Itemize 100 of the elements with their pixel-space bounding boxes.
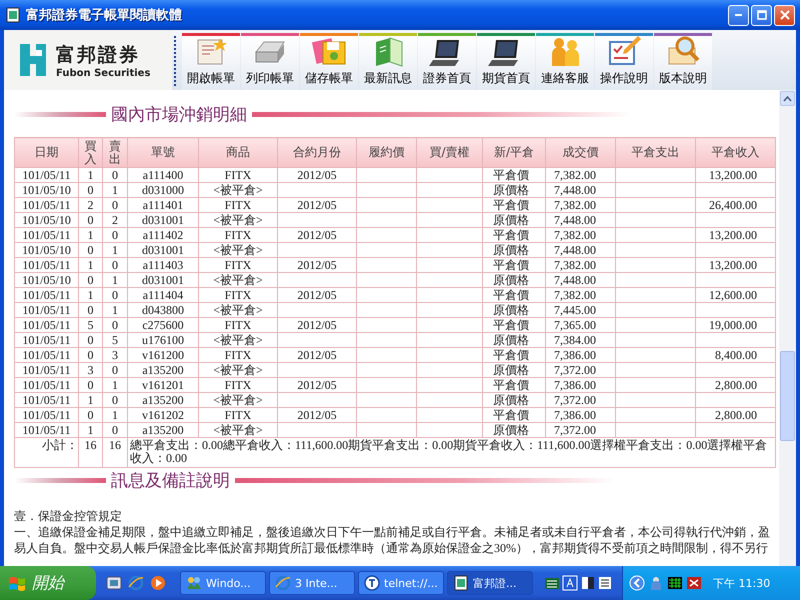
table-cell: 1 [78,288,102,302]
table-cell: 13,200.00 [696,228,776,242]
table-cell: 2012/05 [278,318,356,332]
taskbar-button[interactable]: 3 Inte... [269,571,355,595]
chevron-icon[interactable] [629,575,645,591]
error-icon[interactable] [686,575,702,591]
table-cell: 1 [78,392,102,408]
table-cell: 7,382.00 [546,228,616,242]
keyboard-icon[interactable] [544,575,560,591]
table-cell: 7,372.00 [546,392,616,408]
table-cell: 0 [78,302,102,318]
toolbar-button[interactable]: 列印帳單 [241,33,299,90]
taskbar-button[interactable]: Windo... [180,571,266,595]
table-cell: 101/05/11 [14,332,78,348]
scrollbar[interactable] [779,90,796,566]
table-cell: 16 [102,438,128,468]
table-cell: 0 [78,378,102,392]
minimize-icon [735,14,742,16]
table-cell: <被平倉> [198,182,278,198]
table-cell: 1 [102,272,128,288]
toolbar-button[interactable]: 證券首頁 [418,33,476,90]
table-cell: 7,382.00 [546,288,616,302]
subtotal-summary: 總平倉支出：0.00總平倉收入：111,600.00期貨平倉支出：0.00期貨平倉收入：111,600.00選擇權平倉支出：0.00選擇權平倉收入：0.00 [128,438,776,468]
table-cell: 原價格 [482,362,546,378]
table-cell: FITX [198,348,278,362]
table-cell: 101/05/11 [14,168,78,182]
table-cell: 0 [102,168,128,182]
windows-logo-icon [8,575,26,591]
toolbar-button[interactable]: 開啟帳單 [182,33,240,90]
table-cell: 7,372.00 [546,422,616,438]
half-width-icon[interactable] [580,575,596,591]
table-cell: 7,365.00 [546,318,616,332]
scroll-thumb[interactable] [780,351,795,441]
table-cell: 1 [102,242,128,258]
toolbar-button[interactable]: 版本說明 [654,33,712,90]
table-cell: 1 [78,258,102,272]
table-cell: a135200 [128,362,198,378]
table-cell: 13,200.00 [696,258,776,272]
toolbar-button[interactable]: 儲存帳單 [300,33,358,90]
notes-text: 易人自負。盤中交易人帳戶保證金比率低於富邦期貨所訂最低標準時（通常為原始保證金之30%），富邦期貨得不受前項之時間限制，得不另行 [14,540,769,556]
table-cell: FITX [198,168,278,182]
table-cell: v161201 [128,378,198,392]
toolbar-button[interactable]: 期貨首頁 [477,33,535,90]
table-cell: 7,448.00 [546,242,616,258]
toolbar-button[interactable]: 連絡客服 [536,33,594,90]
table-cell: 101/05/11 [14,392,78,408]
table-cell: 101/05/10 [14,242,78,258]
table-cell: 3 [102,348,128,362]
column-header: 單號 [128,138,198,168]
company-name: 富邦證券 [56,42,141,68]
desktop-icon[interactable] [106,575,122,591]
table-cell: 2012/05 [278,258,356,272]
table-cell: 1 [78,168,102,182]
table-cell: 7,382.00 [546,198,616,212]
close-button[interactable] [774,4,795,26]
table-cell: 1 [78,422,102,438]
table-cell: 2 [102,212,128,228]
media-player-icon[interactable] [150,575,166,591]
table-cell: 0 [78,348,102,362]
table-cell: <被平倉> [198,422,278,438]
browser-icon [275,575,291,591]
table-cell: 0 [102,258,128,272]
table-cell: 101/05/11 [14,198,78,212]
table-cell: 0 [78,332,102,348]
taskbar-button[interactable]: 富邦證... [447,571,533,595]
table-cell: 7,372.00 [546,362,616,378]
table-cell: FITX [198,288,278,302]
table-cell: 5 [78,318,102,332]
text-box-icon[interactable] [562,575,578,591]
table-cell: <被平倉> [198,302,278,318]
toolbar-button[interactable]: 操作說明 [595,33,653,90]
table-cell: 0 [102,422,128,438]
table-cell: 7,448.00 [546,182,616,198]
table-cell: 1 [102,378,128,392]
table-cell: <被平倉> [198,392,278,408]
table-cell: 16 [78,438,102,468]
table-cell: 平倉價 [482,378,546,392]
meter-icon[interactable] [667,575,683,591]
document-icon [6,7,20,23]
taskbar-button[interactable]: telnet://... [358,571,444,595]
table-cell: <被平倉> [198,242,278,258]
pad-icon[interactable] [598,575,614,591]
table-cell: 101/05/11 [14,408,78,422]
maximize-button[interactable] [751,4,772,26]
table-cell: 0 [102,392,128,408]
table-cell: 101/05/11 [14,362,78,378]
table-cell: 1 [78,228,102,242]
minimize-button[interactable] [728,4,749,26]
table-cell: 101/05/10 [14,212,78,228]
table-cell: 2 [78,198,102,212]
browser-icon[interactable] [128,575,144,591]
table-cell: 原價格 [482,242,546,258]
people-icon [186,575,202,591]
table-cell: 平倉價 [482,258,546,272]
table-cell: c275600 [128,318,198,332]
toolbar-button[interactable]: 最新訊息 [359,33,417,90]
table-cell: d031001 [128,272,198,288]
subtotal-label: 小計： [14,438,78,468]
column-header: 合約月份 [278,138,356,168]
table-cell: 101/05/10 [14,182,78,198]
